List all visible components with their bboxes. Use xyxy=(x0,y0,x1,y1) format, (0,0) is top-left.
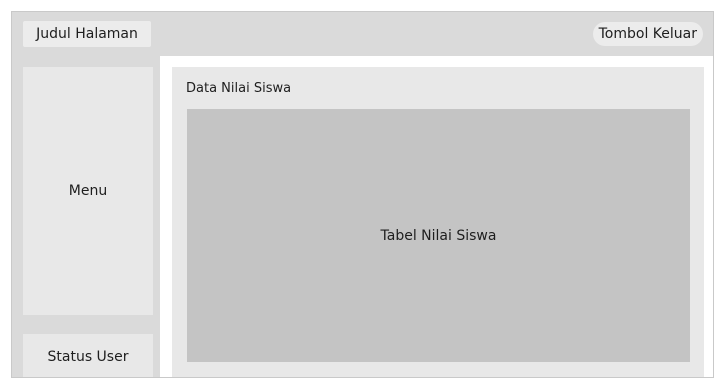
user-status-panel: Status User xyxy=(23,334,153,377)
menu-panel[interactable]: Menu xyxy=(23,67,153,315)
user-status-label: Status User xyxy=(47,348,129,365)
content-card: Data Nilai Siswa Tabel Nilai Siswa xyxy=(172,67,704,377)
logout-button[interactable]: Tombol Keluar xyxy=(592,22,703,46)
section-title: Data Nilai Siswa xyxy=(186,81,292,96)
app-frame: Judul Halaman Tombol Keluar Menu Status … xyxy=(11,11,714,378)
grades-table-label: Tabel Nilai Siswa xyxy=(380,227,497,244)
main-content: Data Nilai Siswa Tabel Nilai Siswa xyxy=(160,56,713,377)
sidebar: Menu Status User xyxy=(12,56,160,377)
header-bar: Judul Halaman Tombol Keluar xyxy=(12,12,713,56)
page-title: Judul Halaman xyxy=(23,21,151,47)
grades-table[interactable]: Tabel Nilai Siswa xyxy=(187,109,690,362)
menu-label: Menu xyxy=(68,183,108,199)
